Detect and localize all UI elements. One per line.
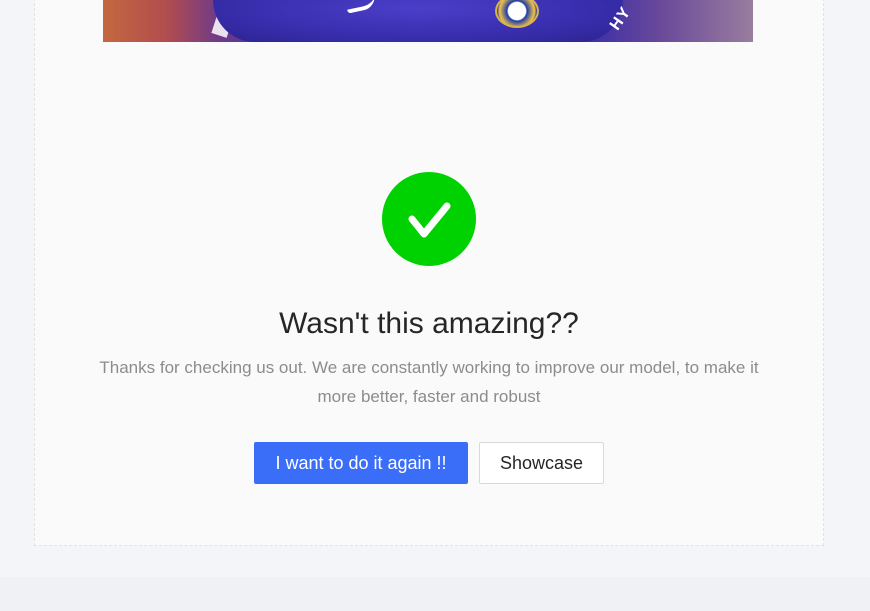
success-description: Thanks for checking us out. We are const…: [99, 358, 759, 406]
success-title: Wasn't this amazing??: [279, 307, 579, 340]
showcase-button[interactable]: Showcase: [479, 442, 604, 484]
jersey-shape: [213, 0, 623, 42]
check-icon: [408, 202, 451, 238]
page: HY Wasn't this amazing?? Thanks for chec…: [0, 0, 870, 611]
do-again-button[interactable]: I want to do it again !!: [254, 442, 468, 484]
success-check-icon: [382, 172, 476, 266]
footer-band: [0, 577, 870, 611]
result-image: HY: [103, 0, 753, 42]
